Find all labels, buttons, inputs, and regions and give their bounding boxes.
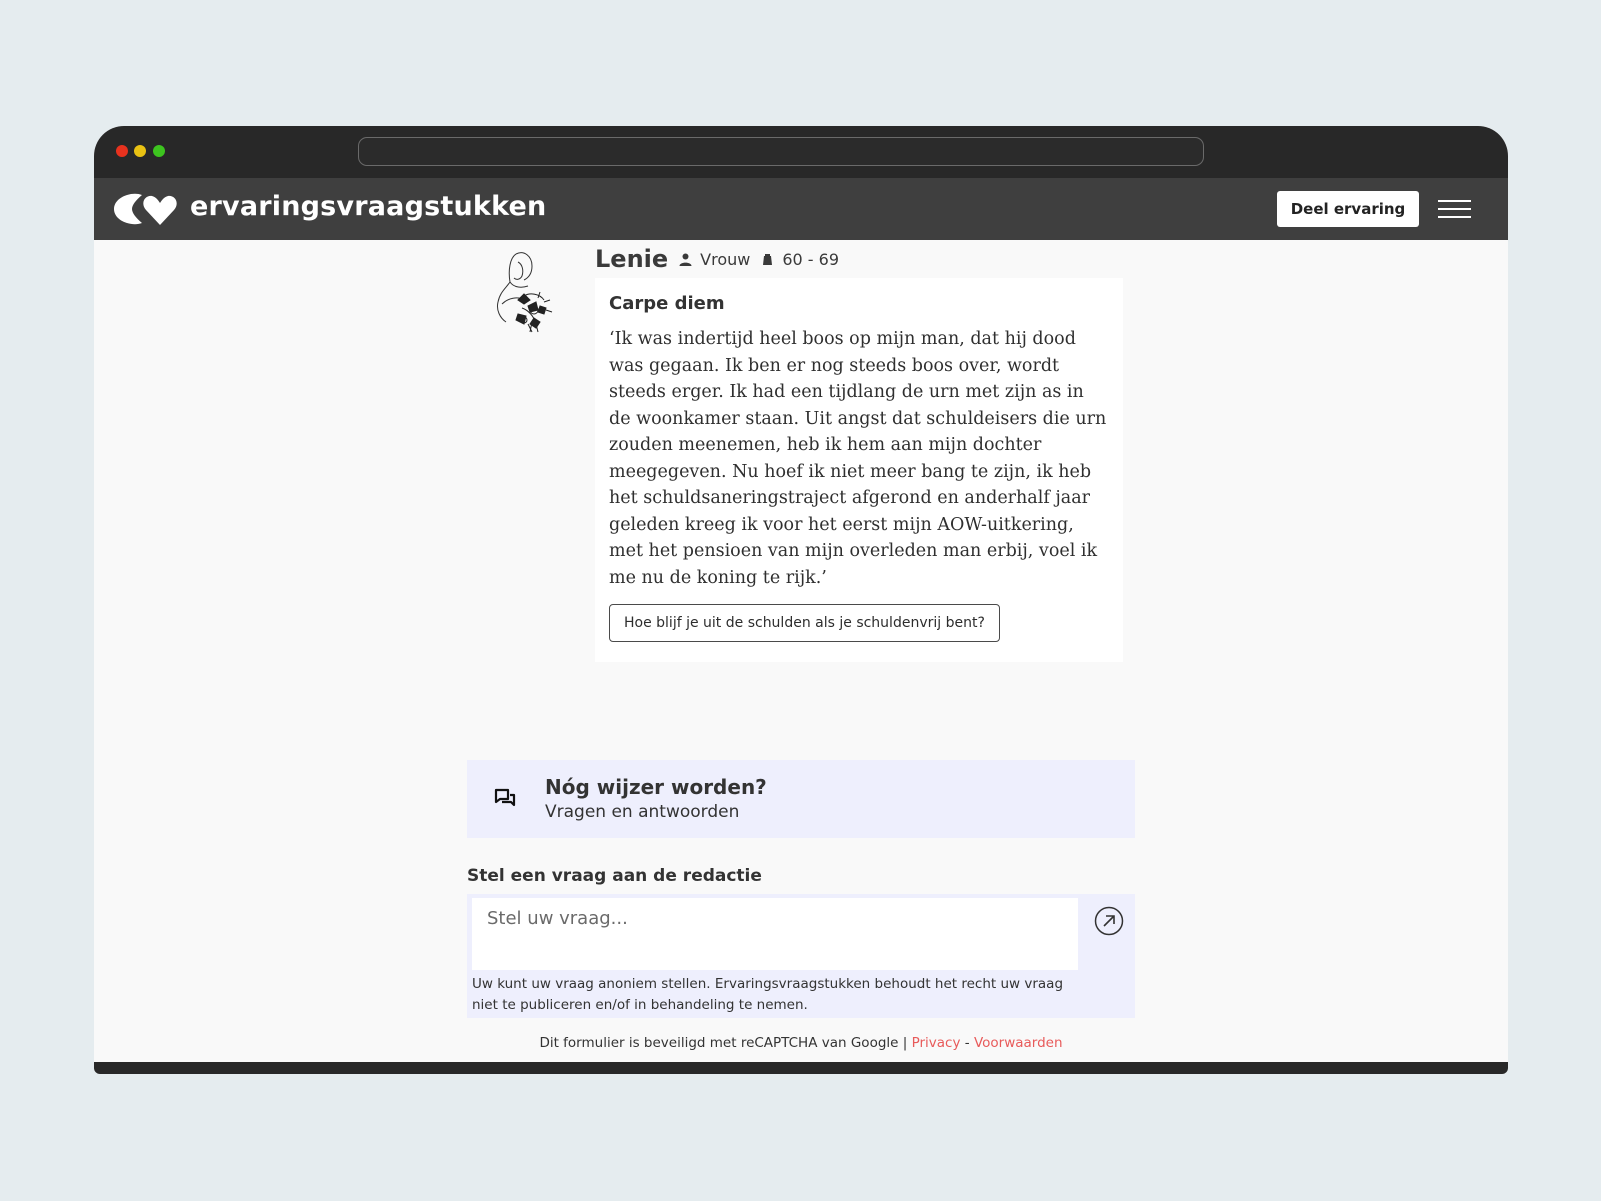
- person-icon: [679, 253, 692, 266]
- main-content: Lenie Vrouw 60 - 69 Carpe diem ‘Ik was i…: [94, 240, 1508, 1062]
- privacy-link[interactable]: Privacy: [912, 1035, 961, 1051]
- window-bottom-bar: [94, 1062, 1508, 1074]
- address-bar[interactable]: [358, 137, 1204, 166]
- maximize-window-dot[interactable]: [153, 145, 165, 157]
- author-gender: Vrouw: [700, 249, 751, 269]
- browser-window: ervaringsvraagstukken Deel ervaring Leni…: [94, 126, 1508, 1074]
- author-age-range: 60 - 69: [782, 249, 840, 269]
- age-icon: [763, 253, 773, 265]
- menu-icon[interactable]: [1438, 200, 1471, 218]
- arrow-up-right-circle-icon: [1094, 906, 1124, 936]
- author-name: Lenie: [595, 245, 669, 273]
- browser-chrome: [94, 126, 1508, 178]
- heart-logo-icon[interactable]: [112, 192, 178, 226]
- question-tag-button[interactable]: Hoe blijf je uit de schulden als je schu…: [609, 604, 1000, 642]
- ask-question-label: Stel een vraag aan de redactie: [467, 866, 762, 886]
- recaptcha-notice: Dit formulier is beveiligd met reCAPTCHA…: [94, 1035, 1508, 1051]
- brand-name[interactable]: ervaringsvraagstukken: [190, 191, 546, 222]
- link-separator: -: [964, 1035, 970, 1051]
- submit-question-button[interactable]: [1094, 906, 1124, 936]
- site-header: ervaringsvraagstukken Deel ervaring: [94, 178, 1508, 240]
- story-title: Carpe diem: [609, 293, 725, 314]
- qa-subtitle: Vragen en antwoorden: [545, 802, 740, 822]
- minimize-window-dot[interactable]: [134, 145, 146, 157]
- recaptcha-text: Dit formulier is beveiligd met reCAPTCHA…: [539, 1035, 908, 1051]
- qa-title: Nóg wijzer worden?: [545, 775, 767, 799]
- author-row: Lenie Vrouw 60 - 69: [595, 244, 839, 274]
- share-experience-button[interactable]: Deel ervaring: [1277, 191, 1419, 227]
- author-illustration-icon: [497, 252, 553, 333]
- anonymity-note: Uw kunt uw vraag anoniem stellen. Ervari…: [472, 976, 1064, 1013]
- chat-bubbles-icon: [494, 788, 516, 807]
- story-text: ‘Ik was indertijd heel boos op mijn man,…: [609, 329, 1107, 588]
- question-input[interactable]: [472, 898, 1078, 970]
- close-window-dot[interactable]: [116, 145, 128, 157]
- terms-link[interactable]: Voorwaarden: [974, 1035, 1063, 1051]
- ask-question-form: Uw kunt uw vraag anoniem stellen. Ervari…: [467, 894, 1135, 1018]
- story-card: Carpe diem ‘Ik was indertijd heel boos o…: [595, 278, 1123, 662]
- qa-banner[interactable]: Nóg wijzer worden? Vragen en antwoorden: [467, 760, 1135, 838]
